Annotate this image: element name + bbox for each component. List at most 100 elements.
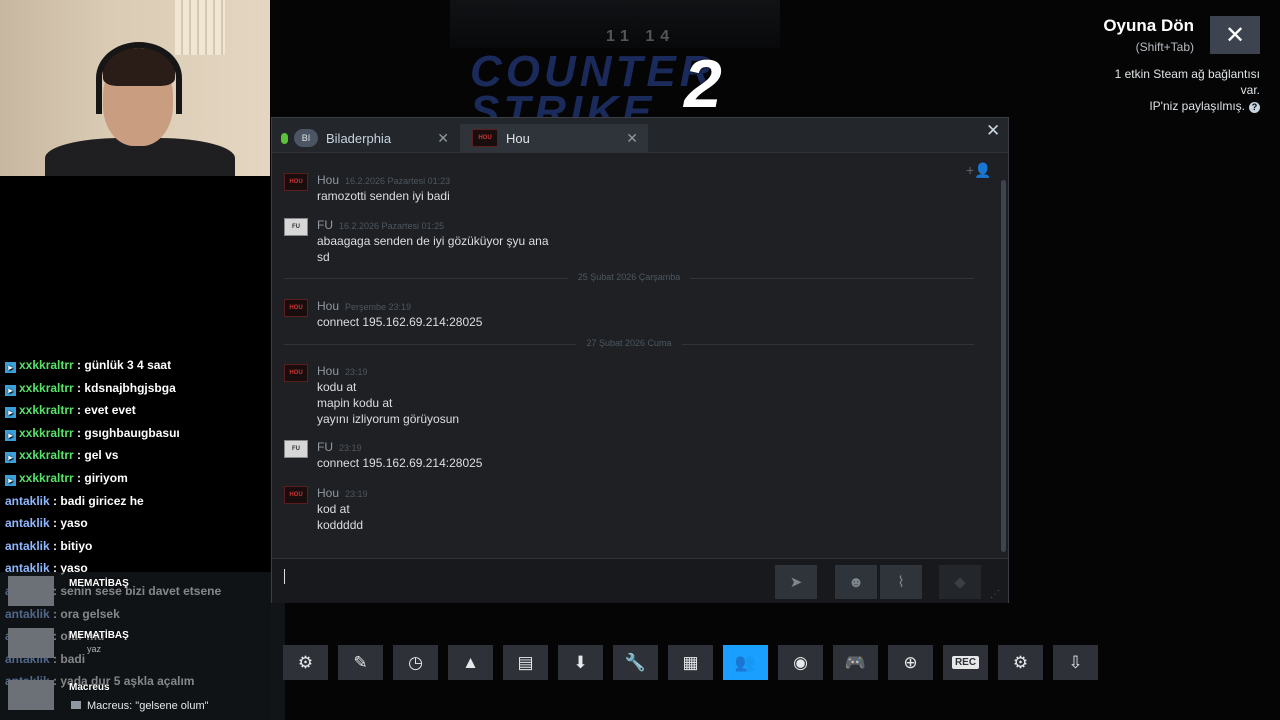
message-author[interactable]: Hou [317,364,339,378]
return-to-game-label[interactable]: Oyuna Dön [1103,16,1194,36]
message-text: abaagaga senden de iyi gözüküyor şyu ana [317,234,549,248]
toolbar-notes-button[interactable]: ✎ [338,645,383,680]
stream-chat-username[interactable]: xxkkraltrr [19,426,74,440]
overlay-toolbar: ⚙ ✎ ◷ ▲ ▤ ⬇ 🔧 ▦ 👥 ◉ 🎮 ⊕ REC ⚙ ⇩ [283,645,1098,681]
user-badge-icon: ▸ [5,429,16,441]
close-tab-icon[interactable]: ✕ [626,130,638,147]
stream-chat-text: evet evet [84,403,136,418]
steam-chat-window: BI Biladerphia ✕ HOU Hou ✕ ✕ HOU Hou 16.2… [271,117,1009,603]
notification-name: Macreus [69,682,110,693]
toolbar-screenshots-button[interactable]: ▲ [448,645,493,680]
voice-button[interactable]: ◆ [939,565,981,599]
message-time: Perşembe 23:19 [345,302,412,312]
toolbar-controller-button[interactable]: 🎮 [833,645,878,680]
voice-icon: ◆ [954,574,966,591]
downloads-icon: ⬇ [573,652,588,672]
stream-chat-username[interactable]: xxkkraltrr [19,381,74,395]
message-list: HOU Hou 16.2.2026 Pazartesi 01:23 ramozot… [272,153,1008,558]
stream-chat-text: yaso [60,516,88,531]
tab-label: Hou [506,130,530,146]
stream-chat-username[interactable]: xxkkraltrr [19,403,74,417]
screenshots-icon: ▲ [462,652,479,672]
stream-chat-message: ▸ xxkkraltrr : gel vs [5,448,118,464]
webcam-headset [96,42,182,114]
avatar[interactable]: HOU [284,173,308,191]
tab-hou[interactable]: HOU Hou ✕ [460,124,648,152]
avatar: BI [294,129,318,147]
controller-icon: 🎮 [844,652,867,672]
tab-biladerphia[interactable]: BI Biladerphia ✕ [272,124,459,152]
stream-notifications: MEMATİBAŞ MEMATİBAŞ yaz Macreus [0,572,285,720]
message-author[interactable]: Hou [317,486,339,500]
send-button[interactable]: ➤ [775,565,817,599]
toolbar-guides-button[interactable]: ◉ [778,645,823,680]
media-icon: ▦ [682,652,699,672]
toolbar-recent-button[interactable]: ◷ [393,645,438,680]
emoticon-button[interactable]: ☻ [835,565,877,599]
message-time: 23:19 [345,367,368,377]
toolbar-recording-button[interactable]: REC [943,645,988,680]
toolbar-achievements-button[interactable]: ⚙ [283,645,328,680]
user-badge-icon: ▸ [5,475,16,486]
toolbar-minimize-button[interactable]: ⇩ [1053,645,1098,680]
close-tab-icon[interactable]: ✕ [437,130,449,147]
avatar [8,680,54,710]
avatar[interactable]: HOU [284,486,308,504]
toolbar-settings-wrench-button[interactable]: 🔧 [613,645,658,680]
emoticon-icon: ☻ [848,573,864,591]
toolbar-downloads-button[interactable]: ⬇ [558,645,603,680]
settings-wrench-icon: 🔧 [624,652,647,672]
user-badge-icon: ▸ [5,452,16,464]
add-friend-icon[interactable]: +👤 [966,162,992,179]
message-time: 16.2.2026 Pazartesi 01:25 [339,221,445,231]
discussions-icon: ▤ [517,652,534,672]
ip-status: IP'niz paylaşılmış. [1149,99,1245,113]
toolbar-friends-button[interactable]: 👥 [723,645,768,680]
stream-chat-username[interactable]: xxkkraltrr [19,358,74,372]
message-icon [71,701,81,709]
message-author[interactable]: Hou [317,173,339,187]
toolbar-discussions-button[interactable]: ▤ [503,645,548,680]
avatar[interactable]: FU [284,440,308,458]
avatar[interactable]: FU [284,218,308,236]
stream-chat-username[interactable]: antaklik [5,539,50,553]
avatar[interactable]: HOU [284,364,308,382]
close-overlay-button[interactable]: ✕ [1210,16,1260,54]
message-text: ramozotti senden iyi badi [317,189,450,203]
notification-name: MEMATİBAŞ [69,578,129,589]
message-input[interactable] [278,566,772,592]
message-author[interactable]: FU [317,218,333,232]
tab-label: Biladerphia [326,130,392,146]
toolbar-web-browser-button[interactable]: ⊕ [888,645,933,680]
avatar [8,576,54,606]
message-text: yayını izliyorum görüyosun [317,412,460,426]
date-divider: 27 Şubat 2026 Cuma [284,338,974,350]
stream-chat-text: giriyom [84,471,128,485]
paperclip-icon: ⌇ [897,574,905,591]
toolbar-media-button[interactable]: ▦ [668,645,713,680]
user-badge-icon: ▸ [5,407,16,419]
stream-chat-username[interactable]: antaklik [5,494,50,508]
voice-mic-icon [281,132,288,144]
message-author[interactable]: Hou [317,299,339,313]
stream-chat-username[interactable]: xxkkraltrr [19,448,74,462]
toolbar-gear-button[interactable]: ⚙ [998,645,1043,680]
web-browser-icon: ⊕ [903,652,918,672]
achievements-icon: ⚙ [297,652,314,672]
resize-grip-icon[interactable]: ⋰ [990,589,1000,600]
stream-chat-username[interactable]: xxkkraltrr [19,471,74,485]
close-chat-icon[interactable]: ✕ [986,121,1000,141]
message-scrollbar[interactable] [1001,180,1006,552]
avatar[interactable]: HOU [284,299,308,317]
help-icon[interactable]: ? [1249,102,1260,113]
stream-chat-message: ▸ xxkkraltrr : evet evet [5,403,136,419]
message-author[interactable]: FU [317,440,333,454]
attach-button[interactable]: ⌇ [880,565,922,599]
minimize-icon: ⇩ [1068,652,1083,672]
stream-chat-username[interactable]: antaklik [5,516,50,530]
chat-tab-bar: BI Biladerphia ✕ HOU Hou ✕ [272,118,1008,153]
return-to-game-shortcut: (Shift+Tab) [1135,40,1194,54]
message-time: 16.2.2026 Pazartesi 01:23 [345,176,451,186]
stream-chat-text: kdsnajbhgjsbga [84,380,176,395]
stream-chat-message: antaklik : bitiyo [5,538,93,553]
